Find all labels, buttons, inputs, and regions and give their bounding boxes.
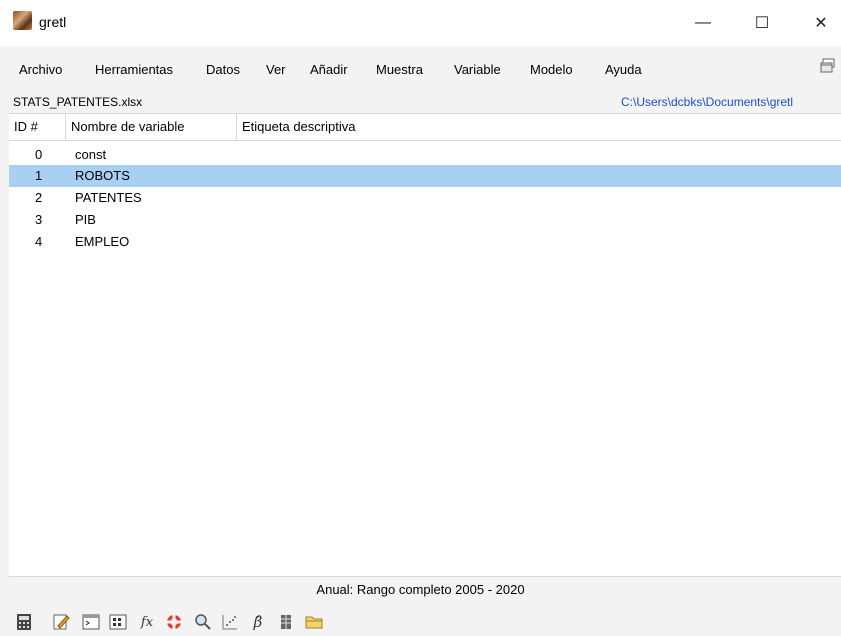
calculator-icon[interactable] bbox=[15, 613, 33, 631]
menu-ver[interactable]: Ver bbox=[266, 62, 286, 77]
row-variable-name: ROBOTS bbox=[75, 168, 130, 183]
row-variable-name: const bbox=[75, 147, 107, 162]
column-header-name[interactable]: Nombre de variable bbox=[66, 114, 237, 140]
menu-herramientas[interactable]: Herramientas bbox=[95, 62, 173, 77]
row-variable-name: PATENTES bbox=[75, 190, 142, 205]
table-row[interactable]: 0 const bbox=[9, 144, 841, 166]
dataset-path: C:\Users\dcbks\Documents\gretl bbox=[621, 95, 794, 109]
bottom-toolbar: fx β̂ bbox=[0, 607, 841, 636]
minimize-button[interactable]: — bbox=[680, 0, 726, 46]
row-variable-name: PIB bbox=[75, 212, 96, 227]
search-icon[interactable] bbox=[194, 613, 212, 631]
sample-range-status: Anual: Rango completo 2005 - 2020 bbox=[316, 582, 525, 597]
row-id: 0 bbox=[35, 147, 43, 162]
menu-variable[interactable]: Variable bbox=[454, 62, 501, 77]
beta-hat-icon[interactable]: β̂ bbox=[249, 613, 267, 631]
scatter-plot-icon[interactable] bbox=[221, 613, 239, 631]
menu-anadir[interactable]: Añadir bbox=[310, 62, 348, 77]
script-editor-icon[interactable] bbox=[52, 613, 70, 631]
gretl-logo-icon bbox=[13, 11, 32, 30]
close-button[interactable]: ✕ bbox=[798, 0, 841, 46]
window-title: gretl bbox=[39, 14, 67, 30]
menu-ayuda[interactable]: Ayuda bbox=[605, 62, 642, 77]
variable-list-header: ID # Nombre de variable Etiqueta descrip… bbox=[9, 114, 841, 141]
file-info-bar: STATS_PATENTES.xlsx C:\Users\dcbks\Docum… bbox=[0, 92, 841, 112]
table-row[interactable]: 2 PATENTES bbox=[9, 187, 841, 209]
table-row[interactable]: 3 PIB bbox=[9, 209, 841, 231]
table-row[interactable]: 4 EMPLEO bbox=[9, 231, 841, 253]
maximize-button[interactable]: ☐ bbox=[739, 0, 785, 46]
menu-modelo[interactable]: Modelo bbox=[530, 62, 573, 77]
open-folder-icon[interactable] bbox=[305, 613, 323, 631]
column-header-label[interactable]: Etiqueta descriptiva bbox=[237, 114, 537, 140]
terminal-icon[interactable] bbox=[82, 613, 100, 631]
title-bar: gretl — ☐ ✕ bbox=[0, 0, 841, 46]
row-variable-name: EMPLEO bbox=[75, 234, 130, 249]
menu-datos[interactable]: Datos bbox=[206, 62, 240, 77]
dataset-filename: STATS_PATENTES.xlsx bbox=[13, 95, 143, 109]
database-icon[interactable] bbox=[277, 613, 295, 631]
table-row-selected[interactable]: 1 ROBOTS bbox=[9, 165, 841, 187]
window-list-icon[interactable] bbox=[820, 58, 836, 74]
row-id: 4 bbox=[35, 234, 43, 249]
menu-muestra[interactable]: Muestra bbox=[376, 62, 423, 77]
row-id: 2 bbox=[35, 190, 43, 205]
session-icons-icon[interactable] bbox=[109, 613, 127, 631]
row-id: 1 bbox=[35, 168, 43, 183]
menu-archivo[interactable]: Archivo bbox=[19, 62, 62, 77]
function-icon[interactable]: fx bbox=[136, 613, 158, 631]
variable-list[interactable]: ID # Nombre de variable Etiqueta descrip… bbox=[9, 113, 841, 577]
menu-bar: Archivo Herramientas Datos Ver Añadir Mu… bbox=[0, 52, 841, 84]
help-lifebuoy-icon[interactable] bbox=[165, 613, 183, 631]
column-header-id[interactable]: ID # bbox=[9, 114, 66, 140]
row-id: 3 bbox=[35, 212, 43, 227]
